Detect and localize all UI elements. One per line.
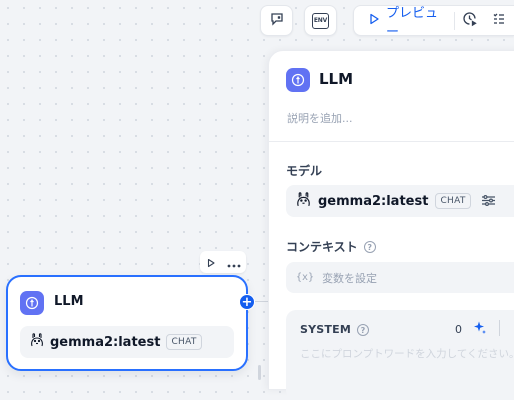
- help-icon[interactable]: ?: [356, 323, 369, 336]
- preview-toolbar-group: プレビュー: [353, 5, 514, 40]
- env-icon: ENV: [312, 12, 329, 29]
- context-placeholder: 変数を設定: [322, 271, 378, 285]
- panel-divider: [269, 141, 514, 142]
- variable-icon: {x}: [296, 272, 315, 283]
- context-label: コンテキスト ?: [286, 238, 376, 255]
- node-config-panel: LLM 説明を追加... モデル gemma2:latest CHAT コンテキ…: [268, 50, 514, 400]
- model-label: モデル: [286, 164, 323, 178]
- sparkle-icon[interactable]: [472, 320, 487, 339]
- history-edit-button[interactable]: [260, 5, 293, 36]
- edge-stub: [258, 365, 261, 380]
- more-icon[interactable]: [227, 253, 241, 272]
- char-count: 0: [455, 323, 462, 336]
- description-input[interactable]: 説明を追加...: [287, 110, 353, 126]
- llm-node[interactable]: LLM gemma2:latest CHAT: [6, 275, 248, 371]
- ollama-icon: [30, 332, 44, 352]
- message-check-icon: [269, 11, 285, 31]
- node-actions: [200, 251, 246, 273]
- env-variables-button[interactable]: ENV: [304, 5, 337, 36]
- preview-button[interactable]: プレビュー: [354, 6, 454, 40]
- edge-line: [255, 301, 269, 302]
- model-selector[interactable]: gemma2:latest CHAT: [286, 185, 514, 217]
- node-mode-badge: CHAT: [166, 334, 202, 350]
- panel-llm-icon: [286, 68, 310, 92]
- play-icon: [368, 13, 380, 29]
- node-title: LLM: [54, 294, 84, 309]
- help-icon[interactable]: ?: [363, 240, 376, 253]
- ollama-icon: [296, 191, 311, 212]
- context-variable-input[interactable]: {x} 変数を設定: [286, 262, 514, 293]
- system-prompt-editor[interactable]: SYSTEM ? 0 ここにプロンプトワードを入力してください。変: [286, 310, 514, 400]
- llm-node-icon: [20, 291, 44, 315]
- run-node-icon[interactable]: [206, 253, 216, 272]
- node-model-name: gemma2:latest: [50, 334, 161, 350]
- run-history-button[interactable]: [455, 6, 484, 35]
- checklist-icon: [491, 11, 507, 31]
- node-model-chip: gemma2:latest CHAT: [20, 326, 234, 358]
- editor-divider: [499, 320, 500, 336]
- model-mode-badge: CHAT: [435, 193, 471, 209]
- system-label: SYSTEM ?: [300, 323, 369, 336]
- clock-play-icon: [461, 10, 478, 31]
- system-prompt-placeholder: ここにプロンプトワードを入力してください。変: [300, 348, 514, 360]
- add-next-node-button[interactable]: +: [239, 294, 255, 310]
- model-settings-icon[interactable]: [481, 192, 496, 211]
- checklist-button[interactable]: [485, 6, 514, 35]
- model-name: gemma2:latest: [318, 193, 429, 209]
- panel-title[interactable]: LLM: [319, 70, 353, 88]
